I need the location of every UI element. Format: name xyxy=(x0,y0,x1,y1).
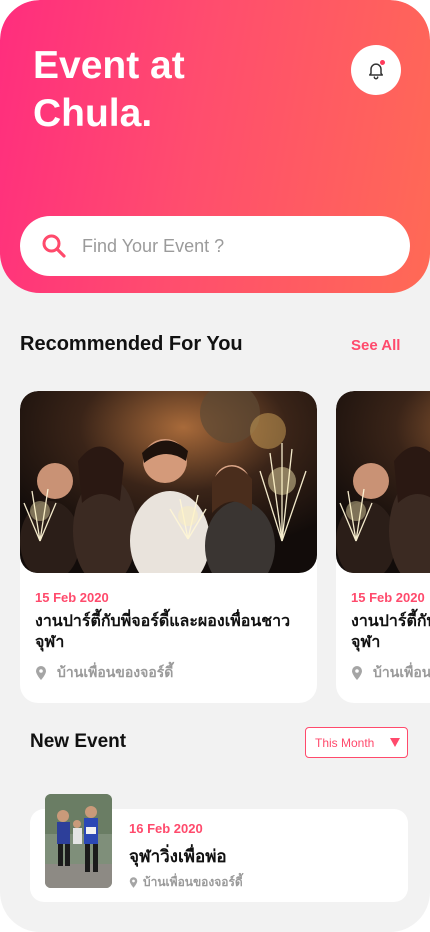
new-event-item[interactable]: 16 Feb 2020 จุฬาวิ่งเพื่อพ่อ บ้านเพื่อนข… xyxy=(30,794,408,902)
search-input[interactable] xyxy=(80,234,384,258)
party-sparklers-photo xyxy=(336,391,430,573)
notification-button[interactable] xyxy=(351,45,401,95)
event-location: บ้านเพื่อนของจอร์ดี้ xyxy=(351,662,430,684)
recommended-heading: Recommended For You xyxy=(20,333,243,355)
event-title: งานปาร์ตี้กับพี่จอร์ดี้และผองเพื่อนชาวจุ… xyxy=(351,613,430,651)
event-date: 16 Feb 2020 xyxy=(129,821,203,836)
search-icon xyxy=(42,234,66,258)
new-event-heading: New Event xyxy=(30,731,127,752)
event-location-label: บ้านเพื่อนของจอร์ดี้ xyxy=(143,875,243,889)
event-location: บ้านเพื่อนของจอร์ดี้ xyxy=(35,662,173,684)
event-date: 15 Feb 2020 xyxy=(35,590,109,605)
event-card[interactable]: 15 Feb 2020 งานปาร์ตี้กับพี่จอร์ดี้และผอ… xyxy=(20,391,317,703)
marathon-runners-photo xyxy=(45,794,112,888)
event-card[interactable]: 15 Feb 2020 งานปาร์ตี้กับพี่จอร์ดี้และผอ… xyxy=(336,391,430,703)
event-title: งานปาร์ตี้กับพี่จอร์ดี้และผองเพื่อนชาวจุ… xyxy=(35,613,291,651)
page-title: Event at Chula. xyxy=(33,44,185,135)
event-location: บ้านเพื่อนของจอร์ดี้ xyxy=(129,873,243,892)
event-location-label: บ้านเพื่อนของจอร์ดี้ xyxy=(57,664,174,680)
location-pin-icon xyxy=(129,877,138,888)
notification-badge xyxy=(380,60,385,65)
event-title: จุฬาวิ่งเพื่อพ่อ xyxy=(129,847,227,866)
location-pin-icon xyxy=(36,666,46,680)
app-screen: Event at Chula. Recommended For You See … xyxy=(0,0,430,932)
party-sparklers-photo xyxy=(20,391,317,573)
event-location-label: บ้านเพื่อนของจอร์ดี้ xyxy=(373,664,430,680)
recommended-carousel[interactable]: 15 Feb 2020 งานปาร์ตี้กับพี่จอร์ดี้และผอ… xyxy=(20,391,430,703)
month-filter-select[interactable]: This Month xyxy=(305,727,408,758)
see-all-link[interactable]: See All xyxy=(351,337,400,354)
header-banner: Event at Chula. xyxy=(0,0,430,293)
search-bar[interactable] xyxy=(20,216,410,276)
event-date: 15 Feb 2020 xyxy=(351,590,425,605)
filter-selected-label: This Month xyxy=(315,735,375,750)
caret-down-icon xyxy=(390,738,400,747)
location-pin-icon xyxy=(352,666,362,680)
